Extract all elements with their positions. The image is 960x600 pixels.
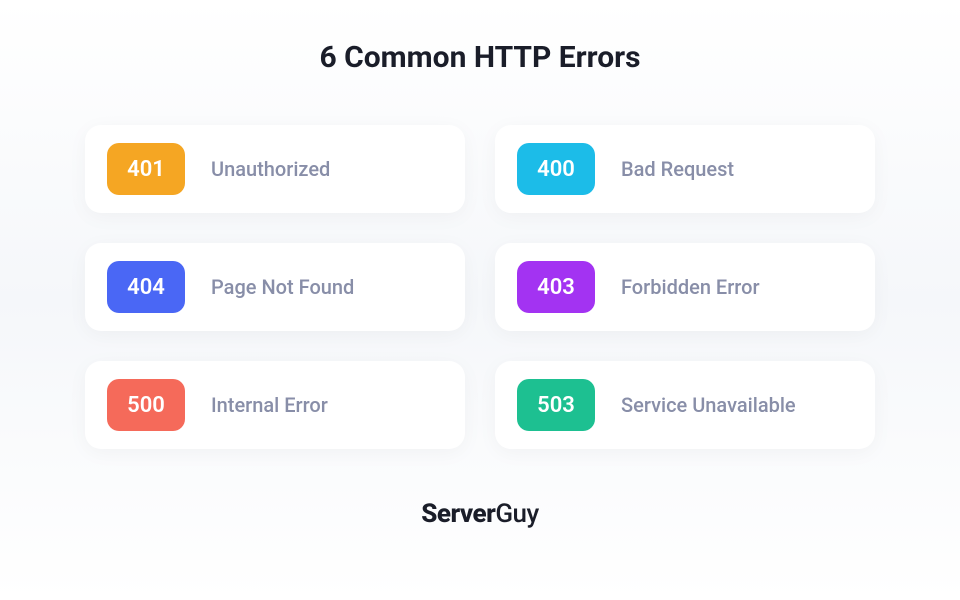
error-card: 500 Internal Error <box>85 361 465 449</box>
page-title: 6 Common HTTP Errors <box>319 40 640 75</box>
error-card: 404 Page Not Found <box>85 243 465 331</box>
error-card: 400 Bad Request <box>495 125 875 213</box>
error-code-badge: 401 <box>107 143 185 195</box>
error-label: Unauthorized <box>211 157 330 181</box>
brand-part2: Guy <box>495 499 538 529</box>
error-label: Service Unavailable <box>621 393 796 417</box>
error-code-badge: 500 <box>107 379 185 431</box>
error-grid: 401 Unauthorized 400 Bad Request 404 Pag… <box>85 125 875 449</box>
error-code-badge: 404 <box>107 261 185 313</box>
error-label: Bad Request <box>621 157 734 181</box>
brand-logo: ServerGuy <box>421 499 538 529</box>
error-code-badge: 503 <box>517 379 595 431</box>
error-code-badge: 400 <box>517 143 595 195</box>
error-card: 403 Forbidden Error <box>495 243 875 331</box>
error-card: 503 Service Unavailable <box>495 361 875 449</box>
error-code-badge: 403 <box>517 261 595 313</box>
error-label: Page Not Found <box>211 275 354 299</box>
error-label: Forbidden Error <box>621 275 760 299</box>
brand-part1: Server <box>421 499 495 529</box>
error-card: 401 Unauthorized <box>85 125 465 213</box>
error-label: Internal Error <box>211 393 328 417</box>
